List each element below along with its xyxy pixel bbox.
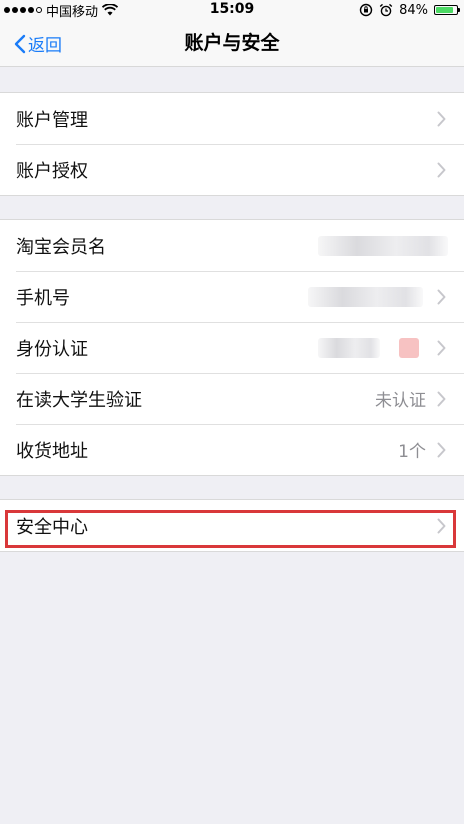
row-label: 手机号	[16, 287, 70, 309]
settings-row-student-verification[interactable]: 在读大学生验证 未认证	[0, 373, 464, 424]
security-group: 安全中心	[0, 499, 464, 552]
battery-icon	[434, 5, 460, 15]
page-title: 账户与安全	[184, 32, 280, 54]
row-label: 身份认证	[16, 338, 88, 360]
chevron-right-icon	[437, 391, 446, 406]
chevron-right-icon	[437, 162, 446, 177]
redacted-badge	[399, 338, 419, 358]
settings-row-phone[interactable]: 手机号	[0, 271, 464, 322]
chevron-right-icon	[437, 518, 446, 533]
account-group: 账户管理 账户授权	[0, 92, 464, 196]
settings-row-member-name[interactable]: 淘宝会员名	[0, 220, 464, 271]
row-label: 账户管理	[16, 109, 88, 131]
profile-group: 淘宝会员名 手机号 身份认证 在读大学生验证 未认证 收货地址 1个	[0, 219, 464, 476]
chevron-right-icon	[437, 340, 446, 355]
settings-row-account-management[interactable]: 账户管理	[0, 93, 464, 144]
status-right: 84%	[359, 0, 460, 20]
row-label: 淘宝会员名	[16, 236, 106, 258]
orientation-lock-icon	[359, 3, 373, 17]
redacted-value	[318, 338, 380, 358]
status-bar: 中国移动 15:09 84%	[0, 0, 464, 20]
row-value: 未认证	[375, 391, 426, 411]
alarm-icon	[379, 3, 393, 17]
chevron-right-icon	[437, 111, 446, 126]
redacted-value	[318, 236, 448, 256]
battery-percent: 84%	[399, 2, 428, 18]
row-label: 收货地址	[16, 440, 88, 462]
row-label: 安全中心	[16, 516, 88, 538]
chevron-right-icon	[437, 442, 446, 457]
row-value: 1个	[398, 442, 426, 462]
redacted-value	[308, 287, 423, 307]
nav-bar: 返回 账户与安全	[0, 20, 464, 67]
battery-level-fill	[436, 7, 453, 13]
settings-row-identity-verification[interactable]: 身份认证	[0, 322, 464, 373]
row-label: 在读大学生验证	[16, 389, 142, 411]
settings-row-shipping-address[interactable]: 收货地址 1个	[0, 424, 464, 475]
chevron-right-icon	[437, 289, 446, 304]
settings-row-account-authorization[interactable]: 账户授权	[0, 144, 464, 195]
settings-row-security-center[interactable]: 安全中心	[0, 500, 464, 551]
row-label: 账户授权	[16, 160, 88, 182]
